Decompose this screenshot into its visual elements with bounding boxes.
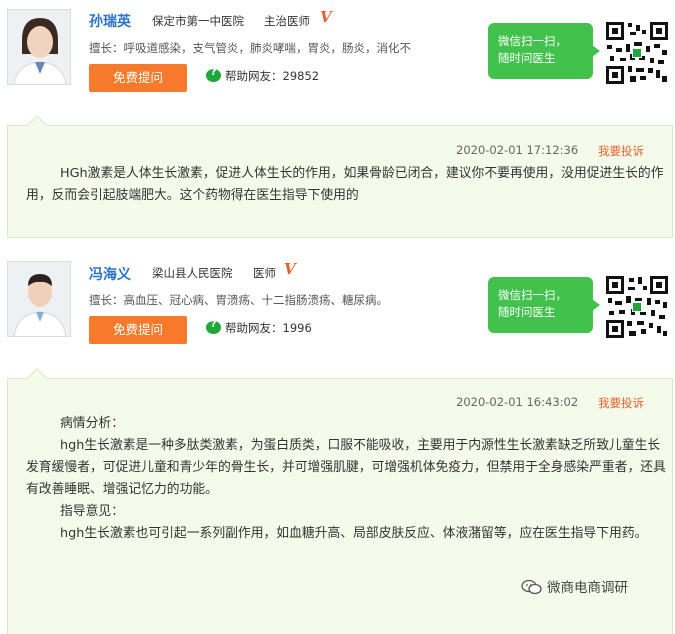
- help-chat-icon: [206, 67, 221, 82]
- doctor-card: 孙瑞英 保定市第一中医院 主治医师 V 擅长：呼吸道感染，支气管炎，肺炎哮喘，胃…: [0, 0, 675, 105]
- advice-text: hgh生长激素也可引起一系列副作用，如血糖升高、局部皮肤反应、体液潴留等，应在医…: [60, 526, 648, 541]
- helped-count: 帮助网友：29852: [206, 67, 320, 84]
- wechat-line-2: 随时问医生: [498, 51, 556, 65]
- wechat-logo-icon: [521, 579, 543, 595]
- verified-v-icon: V: [284, 260, 296, 278]
- doctor-avatar[interactable]: [7, 9, 71, 85]
- advice-heading: 指导意见：: [60, 504, 124, 519]
- verified-v-icon: V: [320, 8, 332, 26]
- doctor-name[interactable]: 冯海义: [89, 264, 131, 284]
- doctor-hospital: 保定市第一中医院: [152, 14, 244, 28]
- free-consult-button[interactable]: 免费提问: [89, 316, 187, 344]
- watermark-text: 微商电商调研: [547, 580, 628, 596]
- help-chat-icon: [206, 319, 221, 334]
- wechat-scan-bubble[interactable]: 微信扫一扫， 随时问医生: [488, 23, 600, 79]
- qr-code[interactable]: [604, 274, 670, 340]
- helped-label: 帮助网友：: [225, 321, 283, 335]
- watermark: 微商电商调研: [521, 576, 628, 596]
- doctor-card: 冯海义 梁山县人民医院 医师 V 擅长：高血压、冠心病、胃溃疡、十二指肠溃疡、糖…: [0, 254, 675, 354]
- answer-pointer: [27, 368, 47, 388]
- answer-card: 2020-02-01 17:12:36 我要投诉 HGh激素是人体生长激素，促进…: [7, 115, 673, 238]
- doctor-title: 主治医师: [264, 14, 310, 28]
- wechat-scan-bubble[interactable]: 微信扫一扫， 随时问医生: [488, 277, 600, 333]
- answer-pointer: [27, 115, 47, 135]
- wechat-line-1: 微信扫一扫，: [498, 34, 567, 48]
- doctor-title: 医师: [253, 266, 276, 280]
- doctor-specialty: 擅长：高血压、冠心病、胃溃疡、十二指肠溃疡、糖尿病。: [89, 293, 388, 307]
- helped-label: 帮助网友：: [225, 69, 283, 83]
- doctor-avatar[interactable]: [7, 261, 71, 337]
- doctor-hospital: 梁山县人民医院: [152, 266, 233, 280]
- doctor-name[interactable]: 孙瑞英: [89, 11, 131, 31]
- answer-text: HGh激素是人体生长激素，促进人体生长的作用，如果骨龄已闭合，建议你不要再使用，…: [26, 166, 664, 203]
- analysis-text: hgh生长激素是一种多肽类激素，为蛋白质类，口服不能吸收，主要用于内源性生长激素…: [26, 438, 666, 497]
- doctor-specialty: 擅长：呼吸道感染，支气管炎，肺炎哮喘，胃炎，肠炎，消化不: [89, 41, 411, 55]
- helped-number: 29852: [282, 69, 320, 83]
- free-consult-button[interactable]: 免费提问: [89, 64, 187, 92]
- analysis-heading: 病情分析：: [60, 416, 124, 431]
- answer-timestamp: 2020-02-01 16:43:02: [456, 395, 579, 409]
- wechat-line-2: 随时问医生: [498, 305, 556, 319]
- helped-number: 1996: [282, 321, 312, 335]
- report-link[interactable]: 我要投诉: [598, 395, 644, 411]
- helped-count: 帮助网友：1996: [206, 319, 312, 336]
- wechat-line-1: 微信扫一扫，: [498, 288, 567, 302]
- qr-code[interactable]: [604, 20, 670, 86]
- answer-timestamp: 2020-02-01 17:12:36: [456, 143, 579, 157]
- answer-body: 病情分析： hgh生长激素是一种多肽类激素，为蛋白质类，口服不能吸收，主要用于内…: [26, 413, 666, 545]
- report-link[interactable]: 我要投诉: [598, 143, 644, 159]
